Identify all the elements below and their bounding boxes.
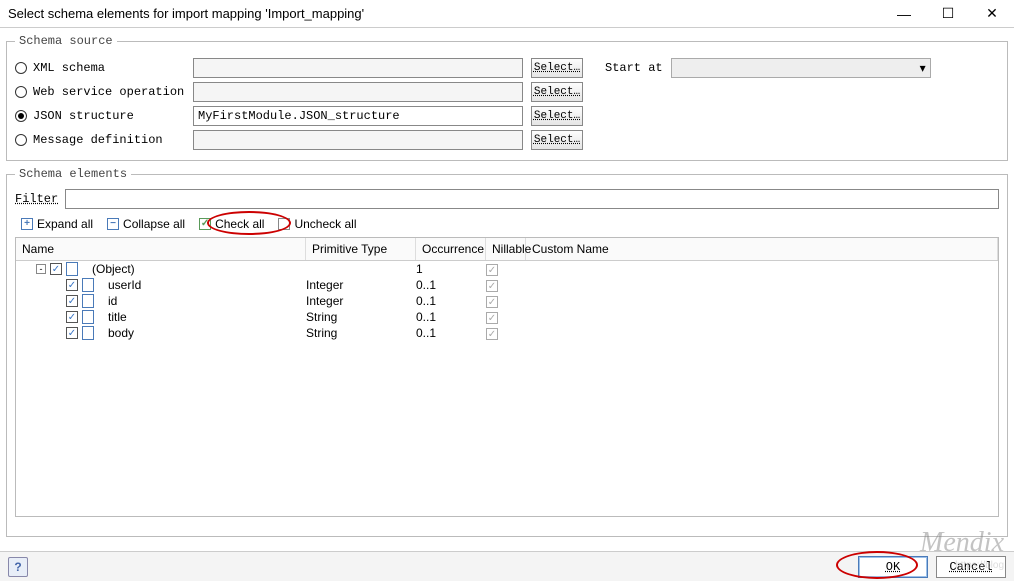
radio-web-service[interactable]: Web service operation — [15, 85, 185, 99]
file-icon — [82, 294, 94, 308]
chevron-down-icon: ▾ — [920, 61, 926, 75]
tree-body: -(Object)1userIdInteger0..1idInteger0..1… — [16, 261, 998, 341]
col-primitive[interactable]: Primitive Type — [306, 238, 416, 260]
start-at-dropdown[interactable]: ▾ — [671, 58, 931, 78]
xml-schema-path-input[interactable] — [193, 58, 523, 78]
radio-message-definition[interactable]: Message definition — [15, 133, 185, 147]
msg-path-input[interactable] — [193, 130, 523, 150]
row-checkbox[interactable] — [66, 311, 78, 323]
nillable-checkbox — [486, 328, 498, 340]
tree-row[interactable]: userId Integer0..1 — [16, 277, 998, 293]
row-primitive: String — [306, 326, 416, 340]
col-custom[interactable]: Custom Name — [526, 238, 998, 260]
row-primitive: Integer — [306, 294, 416, 308]
ok-button[interactable]: OK — [858, 556, 928, 578]
row-occurrence: 0..1 — [416, 310, 486, 324]
xml-select-button[interactable]: Select… — [531, 58, 583, 78]
schema-source-legend: Schema source — [15, 34, 117, 48]
nillable-checkbox — [486, 264, 498, 276]
tree-row[interactable]: title String0..1 — [16, 309, 998, 325]
json-path-input[interactable]: MyFirstModule.JSON_structure — [193, 106, 523, 126]
row-name: id — [108, 294, 117, 308]
watermark-small: https://blog — [955, 560, 1004, 571]
file-icon — [82, 310, 94, 324]
row-primitive: Integer — [306, 278, 416, 292]
tree-toolbar: + Expand all − Collapse all ✓ Check all … — [15, 215, 999, 233]
help-button[interactable]: ? — [8, 557, 28, 577]
titlebar: Select schema elements for import mappin… — [0, 0, 1014, 28]
watermark: Mendix — [920, 527, 1004, 559]
tree-header: Name Primitive Type Occurrence Nillable … — [16, 238, 998, 261]
filter-label: Filter — [15, 192, 65, 206]
row-name: body — [108, 326, 134, 340]
minimize-button[interactable]: — — [882, 0, 926, 28]
maximize-button[interactable]: ☐ — [926, 0, 970, 28]
ws-path-input[interactable] — [193, 82, 523, 102]
row-name: title — [108, 310, 127, 324]
msg-select-button[interactable]: Select… — [531, 130, 583, 150]
plus-box-icon: + — [21, 218, 33, 230]
nillable-checkbox — [486, 280, 498, 292]
row-checkbox[interactable] — [66, 327, 78, 339]
row-checkbox[interactable] — [66, 279, 78, 291]
row-checkbox[interactable] — [50, 263, 62, 275]
row-occurrence: 0..1 — [416, 294, 486, 308]
dialog-footer: ? OK Cancel — [0, 551, 1014, 581]
check-all-button[interactable]: ✓ Check all — [193, 215, 270, 233]
tree-row[interactable]: body String0..1 — [16, 325, 998, 341]
start-at-label: Start at — [605, 61, 663, 75]
window-title: Select schema elements for import mappin… — [8, 6, 882, 21]
radio-xml-schema[interactable]: XML schema — [15, 61, 185, 75]
tree-row[interactable]: id Integer0..1 — [16, 293, 998, 309]
empty-box-icon — [278, 218, 290, 230]
nillable-checkbox — [486, 296, 498, 308]
row-name: (Object) — [92, 262, 135, 276]
json-select-button[interactable]: Select… — [531, 106, 583, 126]
window-buttons: — ☐ ✕ — [882, 0, 1014, 28]
ws-select-button[interactable]: Select… — [531, 82, 583, 102]
radio-icon — [15, 134, 27, 146]
close-button[interactable]: ✕ — [970, 0, 1014, 28]
radio-icon — [15, 110, 27, 122]
file-icon — [66, 262, 78, 276]
expand-all-button[interactable]: + Expand all — [15, 215, 99, 233]
file-icon — [82, 326, 94, 340]
tree-row[interactable]: - (Object) 1 — [16, 261, 998, 277]
nillable-checkbox — [486, 312, 498, 324]
filter-input[interactable] — [65, 189, 999, 209]
radio-json-structure[interactable]: JSON structure — [15, 109, 185, 123]
schema-source-group: Schema source XML schema Select… Start a… — [6, 34, 1008, 161]
row-primitive: String — [306, 310, 416, 324]
file-icon — [82, 278, 94, 292]
row-occurrence: 0..1 — [416, 326, 486, 340]
tree-expander[interactable]: - — [36, 264, 46, 274]
uncheck-all-button[interactable]: Uncheck all — [272, 215, 362, 233]
minus-box-icon: − — [107, 218, 119, 230]
col-nillable[interactable]: Nillable — [486, 238, 526, 260]
schema-elements-group: Schema elements Filter + Expand all − Co… — [6, 167, 1008, 537]
check-box-icon: ✓ — [199, 218, 211, 230]
col-name[interactable]: Name — [16, 238, 306, 260]
schema-tree[interactable]: Name Primitive Type Occurrence Nillable … — [15, 237, 999, 517]
radio-icon — [15, 86, 27, 98]
col-occurrence[interactable]: Occurrence — [416, 238, 486, 260]
schema-elements-legend: Schema elements — [15, 167, 131, 181]
row-occurrence: 0..1 — [416, 278, 486, 292]
row-name: userId — [108, 278, 141, 292]
row-occurrence: 1 — [416, 262, 486, 276]
collapse-all-button[interactable]: − Collapse all — [101, 215, 191, 233]
radio-icon — [15, 62, 27, 74]
row-checkbox[interactable] — [66, 295, 78, 307]
